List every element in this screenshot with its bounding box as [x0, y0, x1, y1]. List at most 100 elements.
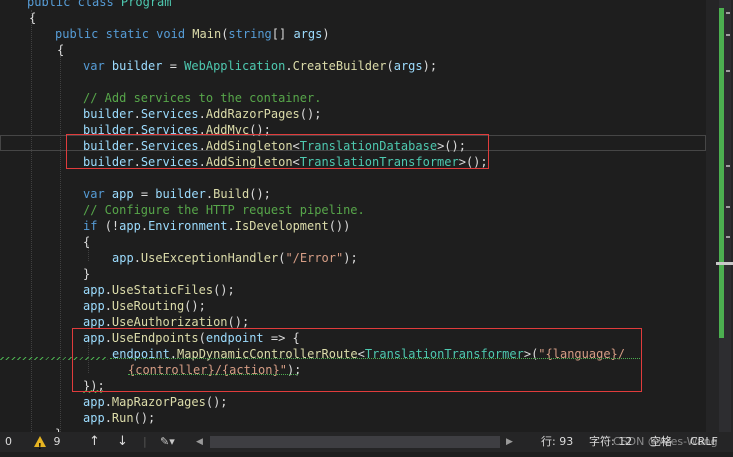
code-line[interactable]: // Add services to the container.	[83, 90, 321, 106]
warning-icon	[34, 436, 46, 457]
code-token: .	[104, 411, 112, 425]
code-token: .	[133, 107, 141, 121]
line-number[interactable]: 行: 93	[541, 432, 573, 452]
code-token: app	[83, 299, 105, 313]
code-line[interactable]: app.UseExceptionHandler("/Error");	[112, 250, 358, 266]
code-token: []	[271, 27, 294, 41]
scroll-marker	[726, 206, 730, 208]
code-line[interactable]: app.MapRazorPages();	[83, 394, 228, 410]
code-token: Build	[213, 187, 250, 201]
code-token: }	[83, 267, 91, 281]
code-token: CreateBuilder	[292, 59, 387, 73]
warnings-indicator[interactable]: 9	[34, 432, 61, 457]
zoom-level[interactable]: 0	[5, 432, 12, 452]
watermark: CSDN @Ares-Wang	[613, 435, 718, 448]
code-line[interactable]: app.UseRouting();	[83, 298, 206, 314]
code-line[interactable]: // Configure the HTTP request pipeline.	[83, 202, 365, 218]
scroll-marker	[726, 12, 730, 14]
code-line[interactable]: var builder = WebApplication.CreateBuild…	[83, 58, 437, 74]
code-token: "/Error"	[285, 251, 344, 265]
code-token: Program	[120, 0, 172, 9]
code-token: Services	[140, 107, 199, 121]
vertical-scrollbar[interactable]	[706, 0, 733, 432]
code-token: IsDevelopment	[234, 219, 329, 233]
scroll-right-icon[interactable]: ▶	[506, 432, 513, 452]
code-line[interactable]: {	[57, 42, 64, 58]
code-editor[interactable]: public class Program{public static void …	[0, 0, 706, 432]
code-token: args	[393, 59, 423, 73]
code-token: .	[205, 187, 214, 201]
code-token: builder	[155, 187, 206, 201]
code-token: app	[83, 411, 105, 425]
next-issue-arrow-icon[interactable]: ↓	[117, 432, 128, 452]
code-token: // Configure the HTTP request pipeline.	[83, 203, 365, 217]
code-token: (!	[104, 219, 120, 233]
code-line[interactable]: app.UseStaticFiles();	[83, 282, 235, 298]
code-token: .	[198, 107, 206, 121]
code-token: Run	[111, 411, 134, 425]
previous-issue-arrow-icon[interactable]: ↑	[89, 432, 100, 452]
code-token: UseAuthorization	[111, 315, 228, 329]
scroll-marker	[726, 34, 730, 36]
code-token: var	[83, 187, 112, 201]
code-token: app	[111, 187, 134, 201]
scrollbar-track[interactable]	[719, 0, 731, 432]
code-token: ();	[249, 187, 271, 201]
highlight-box-singletons	[66, 134, 489, 169]
code-token: ();	[299, 107, 322, 121]
code-token: .	[227, 219, 235, 233]
scroll-position-indicator[interactable]	[716, 262, 733, 265]
code-token: (	[386, 59, 394, 73]
separator: |	[143, 435, 147, 448]
code-line[interactable]: }	[83, 266, 90, 282]
code-token: app	[83, 395, 105, 409]
code-token: builder	[83, 107, 134, 121]
code-token: .	[104, 299, 112, 313]
horizontal-scrollbar[interactable]: ◀ ▶	[196, 432, 518, 452]
code-line[interactable]: public static void Main(string[] args)	[55, 26, 330, 42]
code-token: app	[83, 283, 105, 297]
code-token: {	[57, 43, 65, 57]
indent-guide	[31, 10, 32, 432]
code-line[interactable]: if (!app.Environment.IsDevelopment())	[83, 218, 350, 234]
code-token: )	[322, 27, 330, 41]
code-token: var	[83, 59, 112, 73]
code-token: );	[422, 59, 438, 73]
code-token: string	[228, 27, 272, 41]
code-token: =	[162, 59, 185, 73]
scroll-marker	[726, 165, 730, 167]
code-token: ();	[227, 315, 250, 329]
code-token: args	[293, 27, 323, 41]
code-line[interactable]: var app = builder.Build();	[83, 186, 271, 202]
code-token: public class	[27, 0, 121, 9]
code-line[interactable]: app.Run();	[83, 410, 155, 426]
code-token: // Add services to the container.	[83, 91, 322, 105]
code-line[interactable]: public class Program	[27, 0, 172, 10]
code-token: app	[83, 315, 105, 329]
code-token: .	[140, 219, 149, 233]
code-token: app	[112, 251, 134, 265]
code-token: {	[83, 235, 91, 249]
highlight-box-endpoints	[72, 328, 642, 392]
indent-guide	[60, 56, 61, 432]
code-token: UseExceptionHandler	[140, 251, 279, 265]
code-token: Main	[192, 27, 222, 41]
code-token: ())	[328, 219, 351, 233]
code-token: UseStaticFiles	[111, 283, 214, 297]
code-line[interactable]: builder.Services.AddRazorPages();	[83, 106, 321, 122]
code-token: =	[133, 187, 156, 201]
code-line[interactable]: {	[29, 10, 36, 26]
code-token: builder	[111, 59, 163, 73]
code-token: if	[83, 219, 105, 233]
code-token: ();	[213, 283, 235, 297]
code-token: .	[104, 395, 112, 409]
code-token: {	[29, 11, 37, 25]
scroll-left-icon[interactable]: ◀	[196, 432, 203, 452]
code-cleanup-brush-icon[interactable]: ✎▾	[160, 432, 175, 452]
code-token: .	[285, 59, 293, 73]
horizontal-scroll-thumb[interactable]	[210, 436, 500, 448]
code-line[interactable]: {	[83, 234, 90, 250]
code-token: UseRouting	[111, 299, 185, 313]
code-token: .	[104, 315, 112, 329]
code-token: MapRazorPages	[111, 395, 206, 409]
